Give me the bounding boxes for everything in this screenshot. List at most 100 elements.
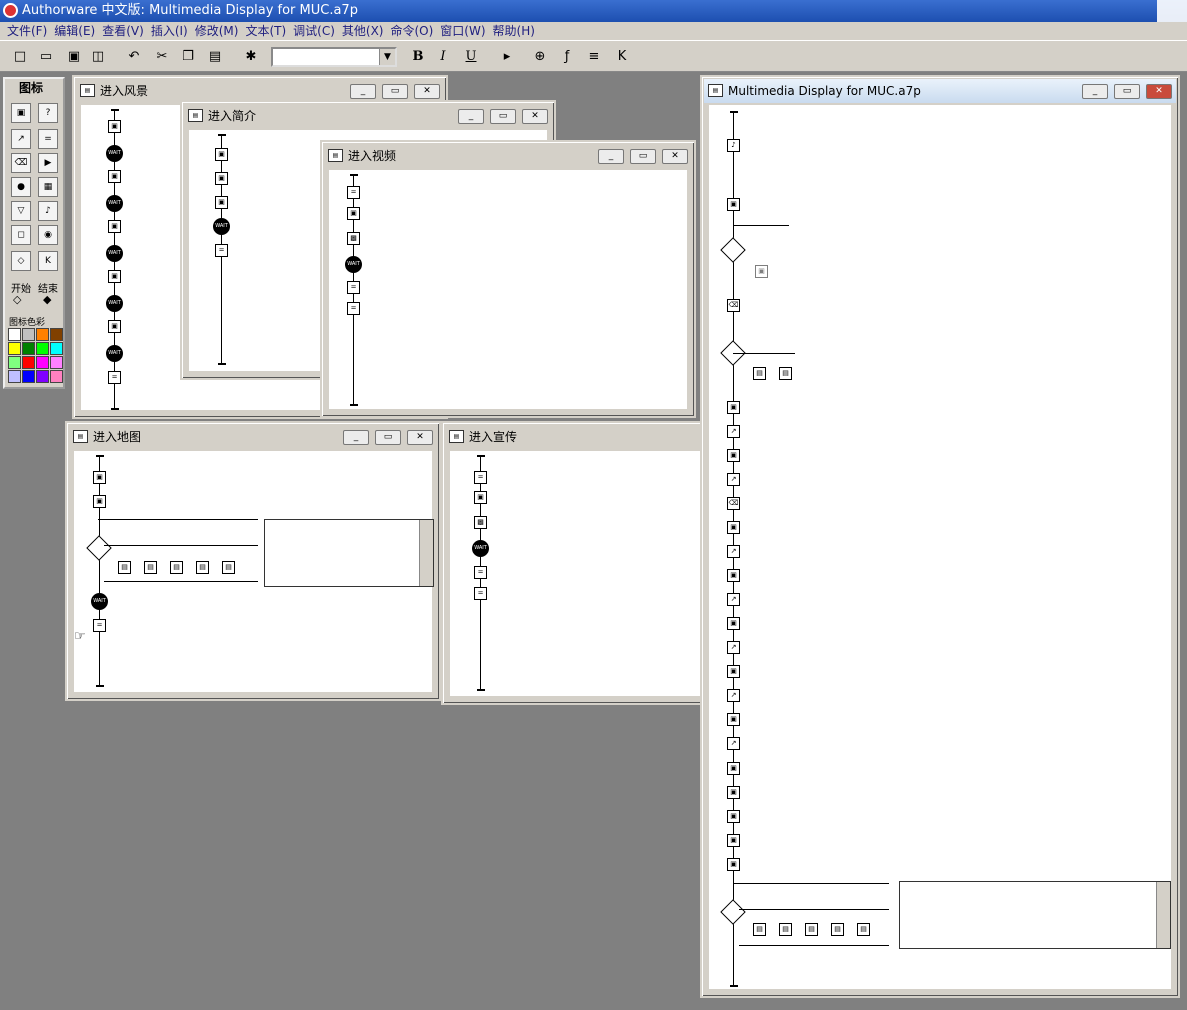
chevron-down-icon[interactable]: ▼ (379, 49, 395, 65)
interaction-icon[interactable] (720, 237, 746, 263)
color-swatch[interactable] (36, 356, 49, 369)
calculation-icon[interactable]: = (347, 281, 360, 294)
minimize-button[interactable]: _ (598, 149, 624, 164)
display-icon[interactable]: ▣ (108, 270, 121, 283)
map-icon[interactable]: ▤ (144, 561, 157, 574)
restore-button[interactable]: ▭ (630, 149, 656, 164)
display-icon[interactable]: ▣ (727, 786, 740, 799)
calculation-icon[interactable]: = (38, 129, 58, 149)
map-icon[interactable]: ▤ (753, 367, 766, 380)
calculation-icon[interactable]: = (215, 244, 228, 257)
map-icon[interactable]: ▤ (831, 923, 844, 936)
variables-icon[interactable]: ≡ (584, 47, 604, 67)
display-icon[interactable]: ▣ (93, 471, 106, 484)
functions-icon[interactable]: ƒ (557, 47, 577, 67)
map-icon[interactable]: ▤ (196, 561, 209, 574)
motion-icon[interactable]: ↗ (727, 545, 740, 558)
display-icon[interactable]: ▣ (215, 196, 228, 209)
minimize-button[interactable]: _ (1082, 84, 1108, 99)
wait-icon[interactable]: WAIT (106, 245, 123, 262)
map-icon[interactable]: ▤ (118, 561, 131, 574)
map-icon[interactable]: ▤ (170, 561, 183, 574)
restore-button[interactable]: ▭ (1114, 84, 1140, 99)
display-icon[interactable]: ▣ (108, 220, 121, 233)
display-icon[interactable]: ▣ (347, 207, 360, 220)
map-icon[interactable]: ▤ (753, 923, 766, 936)
color-swatch[interactable] (36, 370, 49, 383)
digital-movie-icon[interactable]: ▩ (474, 516, 487, 529)
color-swatch[interactable] (22, 328, 35, 341)
menu-edit[interactable]: 编辑(E) (47, 22, 95, 41)
knowledge-object-icon[interactable]: K (38, 251, 58, 271)
paste-icon[interactable]: ▤ (205, 47, 225, 67)
display-icon[interactable]: ▣ (727, 569, 740, 582)
flowline-area[interactable]: ▣ ▣ WAIT = ▤ ▤ ▤ ▤ ▤ ☞ (74, 451, 434, 692)
close-button[interactable]: ✕ (414, 84, 440, 99)
menu-window[interactable]: 窗口(W) (433, 22, 485, 41)
calculation-icon[interactable]: = (474, 566, 487, 579)
menu-text[interactable]: 文本(T) (238, 22, 286, 41)
italic-button[interactable]: I (433, 47, 453, 67)
sound-icon[interactable]: ♪ (727, 139, 740, 152)
display-icon[interactable]: ▣ (474, 491, 487, 504)
open-file-icon[interactable]: ▭ (36, 47, 56, 67)
color-swatch[interactable] (50, 328, 63, 341)
bold-button[interactable]: B (408, 47, 428, 67)
wait-icon[interactable]: WAIT (213, 218, 230, 235)
menu-other[interactable]: 其他(X) (335, 22, 384, 41)
color-swatch[interactable] (8, 342, 21, 355)
close-button[interactable]: ✕ (1146, 84, 1172, 99)
restore-button[interactable]: ▭ (375, 430, 401, 445)
map-icon[interactable]: ▤ (222, 561, 235, 574)
title-bar-controls[interactable] (1157, 0, 1187, 22)
color-swatch[interactable] (8, 328, 21, 341)
display-icon[interactable]: ▣ (11, 103, 31, 123)
display-icon[interactable]: ▣ (727, 810, 740, 823)
motion-icon[interactable]: ↗ (727, 425, 740, 438)
interaction-icon[interactable] (86, 535, 112, 561)
calculation-icon[interactable]: = (474, 587, 487, 600)
color-swatch[interactable] (50, 342, 63, 355)
color-swatch[interactable] (50, 370, 63, 383)
motion-icon[interactable]: ↗ (727, 473, 740, 486)
save-all-icon[interactable]: ▣ (64, 47, 84, 67)
minimize-button[interactable]: _ (343, 430, 369, 445)
display-icon[interactable]: ▣ (727, 401, 740, 414)
display-icon[interactable]: ▣ (755, 265, 768, 278)
color-swatch[interactable] (8, 370, 21, 383)
underline-button[interactable]: U (461, 47, 481, 67)
display-icon[interactable]: ▣ (727, 713, 740, 726)
close-button[interactable]: ✕ (662, 149, 688, 164)
close-button[interactable]: ✕ (522, 109, 548, 124)
display-icon[interactable]: ▣ (93, 495, 106, 508)
color-swatch[interactable] (22, 356, 35, 369)
cut-icon[interactable]: ✂ (152, 47, 172, 67)
flowline-area[interactable]: = ▣ ▩ WAIT = = (329, 170, 687, 409)
wait-icon[interactable]: WAIT (106, 345, 123, 362)
decision-icon[interactable]: ▽ (11, 201, 31, 221)
calculation-icon[interactable]: = (474, 471, 487, 484)
display-icon[interactable]: ▣ (727, 834, 740, 847)
minimize-button[interactable]: _ (458, 109, 484, 124)
scrollbar[interactable] (1156, 882, 1170, 948)
motion-icon[interactable]: ↗ (727, 689, 740, 702)
erase-icon[interactable]: ⌫ (727, 497, 740, 510)
map-icon[interactable]: ▤ (805, 923, 818, 936)
copy-icon[interactable]: ❐ (178, 47, 198, 67)
display-icon[interactable]: ▣ (108, 320, 121, 333)
color-swatch[interactable] (22, 370, 35, 383)
display-icon[interactable]: ▣ (727, 617, 740, 630)
menu-view[interactable]: 查看(V) (95, 22, 144, 41)
erase-icon[interactable]: ⌫ (727, 299, 740, 312)
color-swatch[interactable] (22, 342, 35, 355)
flowline-area[interactable]: ♪ ▣ ⌫ ▣ ↗ ▣ ↗ ⌫ ▣ ↗ ▣ ↗ ▣ ↗ ▣ ↗ ▣ ↗ ▣ ▣ ▣ ▣ ▣ ▣ ▤ ▤ ▤ ▤ ▤ ▤ ▤ (709, 105, 1171, 989)
framework-icon[interactable]: ◻ (11, 225, 31, 245)
sound-icon[interactable]: ♪ (38, 201, 58, 221)
menu-help[interactable]: 帮助(H) (486, 22, 535, 41)
color-swatch[interactable] (36, 342, 49, 355)
menu-command[interactable]: 命令(O) (383, 22, 433, 41)
display-icon[interactable]: ▣ (727, 449, 740, 462)
display-icon[interactable]: ▣ (727, 858, 740, 871)
wait-icon[interactable]: WAIT (472, 540, 489, 557)
minimize-button[interactable]: _ (350, 84, 376, 99)
